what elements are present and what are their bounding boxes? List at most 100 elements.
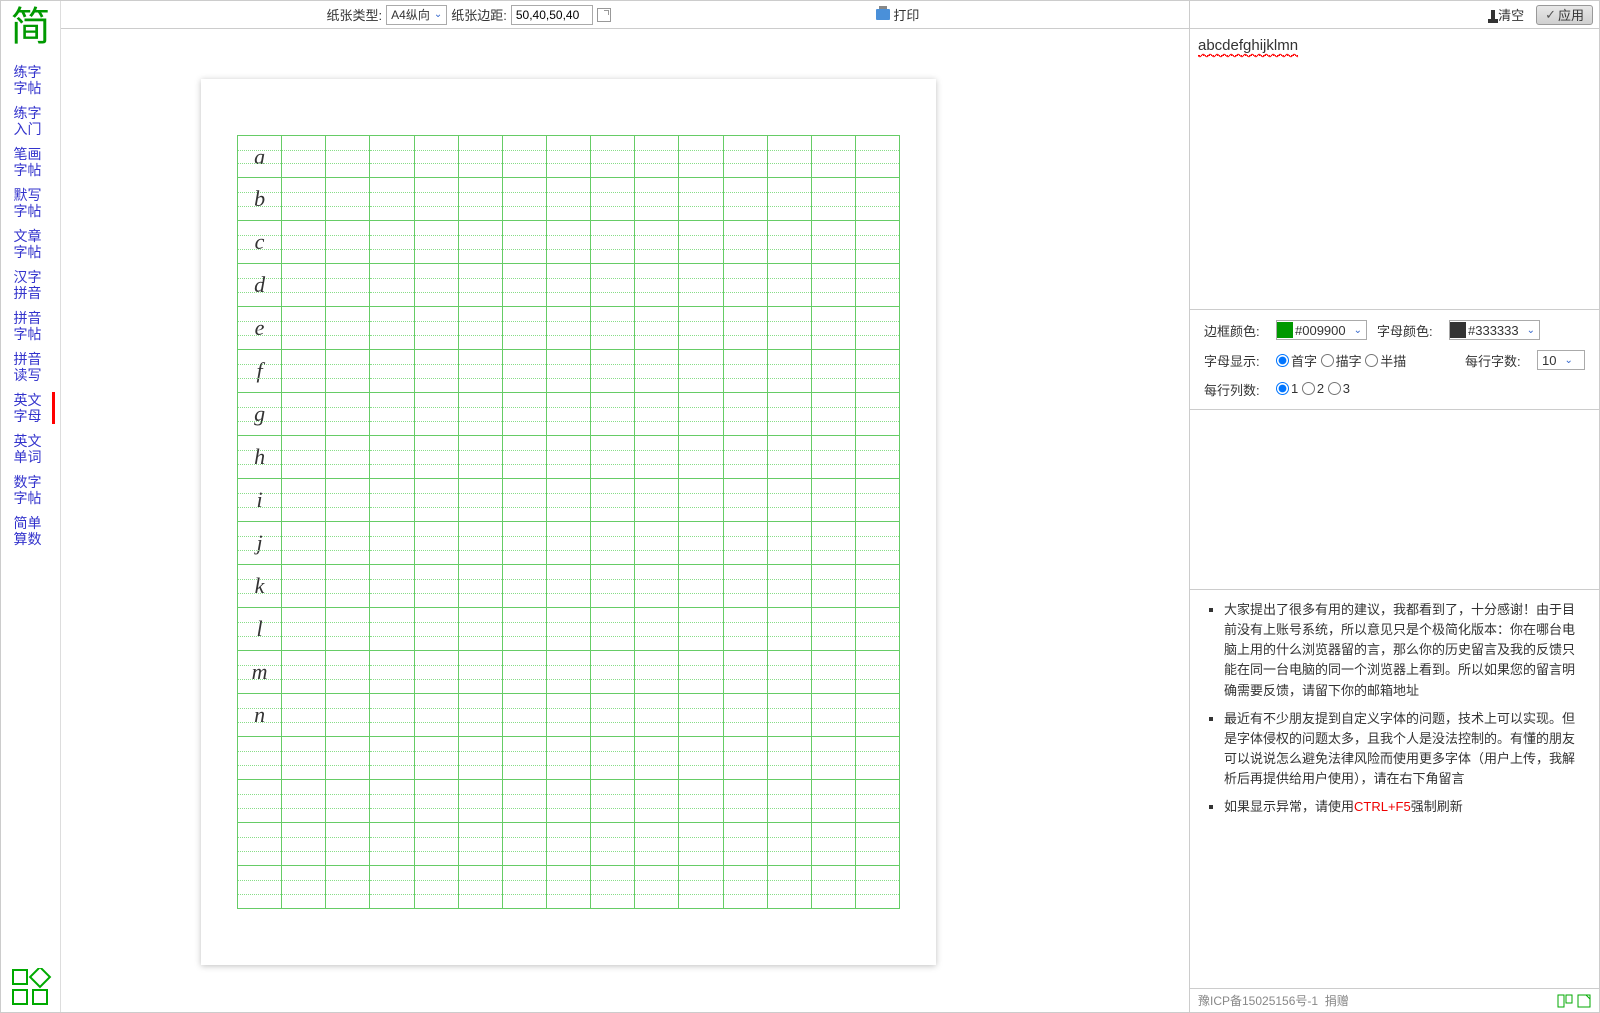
practice-cell: j [237,522,282,565]
paper-type-select[interactable]: A4纵向 ⌄ [386,5,447,25]
practice-cell [547,737,591,780]
nav-item-7[interactable]: 拼音读写 [7,351,55,383]
practice-cell [282,651,326,694]
practice-cell [326,608,370,651]
practice-cell [370,522,414,565]
practice-cell [237,737,282,780]
donate-link[interactable]: 捐赠 [1325,992,1349,1009]
practice-row: g [237,393,900,436]
nav-item-3[interactable]: 默写字帖 [7,187,55,219]
practice-cell [282,694,326,737]
footer-icons[interactable] [1557,994,1591,1008]
shapes-tool-icon[interactable] [9,968,53,1006]
practice-cell [370,393,414,436]
icp-link[interactable]: 豫ICP备15025156号-1 [1198,992,1318,1009]
nav-item-5[interactable]: 汉字拼音 [7,269,55,301]
practice-cell [724,737,768,780]
practice-cell [282,823,326,866]
letter-display-option[interactable]: 首字 [1276,351,1317,370]
nav-item-11[interactable]: 简单算数 [7,515,55,547]
chars-per-row-select[interactable]: 10 ⌄ [1537,350,1585,370]
practice-cell [326,221,370,264]
practice-cell [370,178,414,221]
note-icon[interactable] [1577,994,1591,1008]
clear-button[interactable]: 清空 [1487,5,1528,25]
paper-margin-input[interactable] [511,5,593,25]
practice-cell: m [237,651,282,694]
nav-item-2[interactable]: 笔画字帖 [7,146,55,178]
print-button[interactable]: 打印 [872,5,923,25]
practice-cell: g [237,393,282,436]
nav-item-8[interactable]: 英文字母 [7,392,55,424]
notes-panel[interactable]: 大家提出了很多有用的建议，我都看到了，十分感谢！由于目前没有上账号系统，所以意见… [1190,589,1599,988]
cols-option[interactable]: 2 [1302,381,1324,396]
practice-row: d [237,264,900,307]
practice-cell [679,737,723,780]
practice-row: i [237,479,900,522]
nav-item-0[interactable]: 练字字帖 [7,64,55,96]
practice-cell [768,694,812,737]
practice-letter: c [255,229,265,255]
nav-item-1[interactable]: 练字入门 [7,105,55,137]
practice-cell [768,135,812,178]
practice-cell [856,393,900,436]
practice-cell [547,565,591,608]
feedback-icon[interactable] [1557,994,1573,1008]
practice-cell [503,651,547,694]
practice-cell [635,307,679,350]
cols-label: 每行列数: [1204,380,1266,399]
apply-button[interactable]: ✓ 应用 [1536,5,1593,25]
letter-display-option[interactable]: 描字 [1321,351,1362,370]
practice-cell [724,307,768,350]
practice-cell [415,780,459,823]
practice-cell [503,178,547,221]
practice-cell [459,608,503,651]
practice-cell [370,737,414,780]
practice-cell [503,393,547,436]
practice-cell [503,737,547,780]
cols-option[interactable]: 3 [1328,381,1350,396]
practice-cell [326,565,370,608]
practice-cell [768,608,812,651]
expand-icon[interactable] [597,8,611,22]
practice-cell [547,608,591,651]
cols-option[interactable]: 1 [1276,381,1298,396]
practice-cell [635,178,679,221]
practice-cell [282,522,326,565]
practice-cell [768,221,812,264]
border-color-select[interactable]: #009900 ⌄ [1276,320,1367,340]
letter-color-select[interactable]: #333333 ⌄ [1449,320,1540,340]
nav-item-9[interactable]: 英文单词 [7,433,55,465]
practice-cell [415,651,459,694]
logo[interactable]: 简 [11,7,51,47]
practice-cell [547,264,591,307]
practice-cell [459,436,503,479]
practice-cell [856,479,900,522]
practice-cell [326,866,370,909]
letter-display-option[interactable]: 半描 [1365,351,1406,370]
practice-cell [635,522,679,565]
topbar: 纸张类型: A4纵向 ⌄ 纸张边距: 打印 [61,1,1189,29]
nav-item-4[interactable]: 文章字帖 [7,228,55,260]
practice-cell [282,221,326,264]
practice-cell [459,522,503,565]
broom-icon [1491,10,1495,20]
practice-cell: e [237,307,282,350]
practice-cell [503,221,547,264]
practice-cell [591,221,635,264]
canvas-area[interactable]: abcdefghijklmn [61,29,1189,1012]
practice-cell [679,608,723,651]
practice-cell [415,135,459,178]
practice-cell [768,737,812,780]
text-input-area[interactable]: abcdefghijklmn [1190,29,1599,309]
practice-cell [282,350,326,393]
nav-item-10[interactable]: 数字字帖 [7,474,55,506]
nav-item-6[interactable]: 拼音字帖 [7,310,55,342]
practice-cell [812,522,856,565]
practice-row: e [237,307,900,350]
practice-cell [326,651,370,694]
practice-cell [547,350,591,393]
footer: 豫ICP备15025156号-1 捐赠 [1190,988,1599,1012]
practice-cell [591,307,635,350]
practice-cell [724,436,768,479]
